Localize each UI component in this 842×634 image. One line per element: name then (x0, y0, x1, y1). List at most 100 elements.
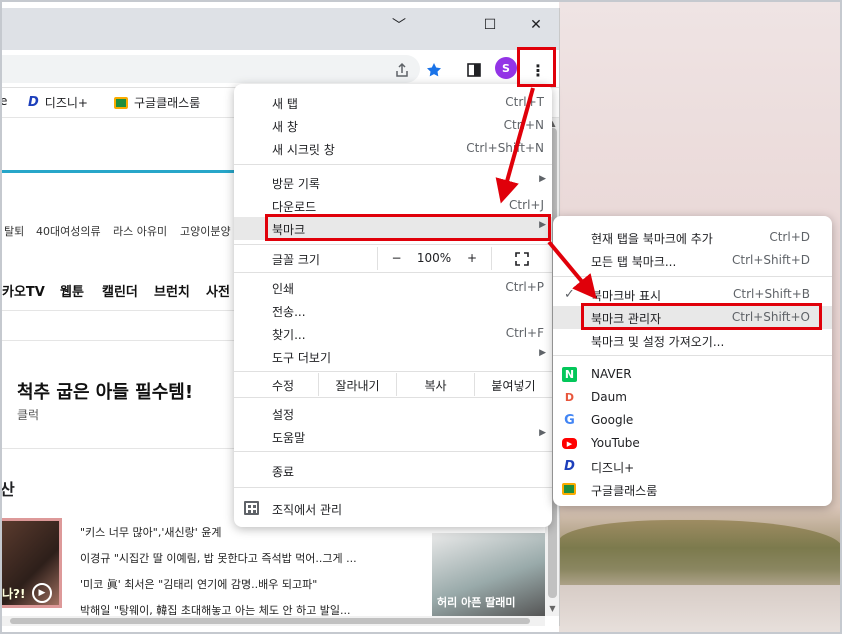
copy-button[interactable]: 복사 (396, 373, 474, 396)
menu-item-zoom: 글꼴 크기 − 100% + (234, 247, 552, 270)
naver-icon: N (562, 367, 577, 382)
menu-item-bookmarks[interactable]: 북마크 ▶ (234, 217, 552, 240)
menu-item-help[interactable]: 도움말 ▶ (234, 425, 552, 448)
scroll-down-icon[interactable]: ▼ (548, 604, 557, 613)
menu-label: Google (591, 413, 634, 427)
menu-item-cast[interactable]: 전송... (234, 299, 552, 322)
menu-shortcut: Ctrl+P (505, 280, 544, 294)
menu-label: 북마크바 표시 (591, 289, 662, 303)
building-icon (244, 501, 259, 515)
trending-keyword[interactable]: 고양이분양 (180, 223, 231, 239)
bookmark-item[interactable]: e (0, 94, 7, 108)
bookmark-daum[interactable]: D Daum (553, 386, 832, 409)
fullscreen-button[interactable] (491, 247, 552, 270)
horizontal-scrollbar[interactable] (0, 616, 545, 626)
menu-separator (234, 164, 552, 165)
menu-separator (234, 451, 552, 452)
play-icon: ▶ (32, 583, 52, 603)
maximize-icon: ☐ (483, 17, 497, 33)
paste-button[interactable]: 붙여넣기 (474, 373, 552, 396)
menu-item-exit[interactable]: 종료 (234, 459, 552, 482)
bookmark-item-classroom[interactable]: 구글클래스룸 (114, 94, 200, 111)
bookmark-item-disney[interactable]: D 디즈니+ (28, 94, 88, 111)
fullscreen-icon (515, 251, 529, 266)
menu-separator (234, 397, 552, 398)
nav-item[interactable]: 웹툰 (60, 281, 84, 300)
menu-item-more-tools[interactable]: 도구 더보기 ▶ (234, 345, 552, 368)
menu-shortcut: Ctrl+T (505, 95, 544, 109)
menu-shortcut: Ctrl+Shift+D (732, 253, 810, 267)
zoom-in-button[interactable]: + (453, 247, 491, 270)
submenu-item-bookmark-manager[interactable]: 북마크 관리자 Ctrl+Shift+O (553, 306, 832, 329)
menu-label: 인쇄 (272, 282, 295, 296)
nav-item[interactable]: 브런치 (154, 281, 190, 300)
news-image[interactable]: 허리 아픈 딸래미 (432, 533, 545, 616)
bookmark-disney[interactable]: D 디즈니+ (553, 455, 832, 478)
menu-item-new-tab[interactable]: 새 탭 Ctrl+T (234, 91, 552, 114)
minimize-button[interactable]: ﹀ (376, 11, 422, 39)
zoom-level: 100% (415, 247, 453, 270)
nav-item[interactable]: 사전 (206, 281, 230, 300)
menu-separator (234, 487, 552, 488)
bookmarks-submenu: 현재 탭을 북마크에 추가 Ctrl+D 모든 탭 북마크... Ctrl+Sh… (553, 216, 832, 506)
wallpaper-field (559, 520, 842, 590)
bookmark-google[interactable]: G Google (553, 409, 832, 432)
nav-item[interactable]: 캘린더 (102, 281, 138, 300)
menu-separator (553, 355, 832, 356)
menu-item-managed[interactable]: 조직에서 관리 (234, 497, 552, 520)
submenu-item-show-bookmarks-bar[interactable]: ✓ 북마크바 표시 Ctrl+Shift+B (553, 283, 832, 306)
submenu-item-add-bookmark[interactable]: 현재 탭을 북마크에 추가 Ctrl+D (553, 226, 832, 249)
zoom-out-button[interactable]: − (377, 247, 415, 270)
menu-label: Daum (591, 390, 627, 404)
bookmark-naver[interactable]: N NAVER (553, 363, 832, 386)
menu-label: 디즈니+ (591, 461, 635, 475)
news-headline[interactable]: '미코 眞' 최서은 "김태리 연기에 감명..배우 되고파" (80, 576, 317, 592)
side-panel-icon[interactable] (462, 58, 486, 82)
bookmark-classroom[interactable]: 구글클래스룸 (553, 478, 832, 501)
news-thumbnail[interactable]: 나?! ▶ (0, 518, 62, 608)
title-bar: ﹀ ☐ ✕ (0, 8, 559, 50)
bookmark-youtube[interactable]: ▶ YouTube (553, 432, 832, 455)
trending-keyword[interactable]: 탈퇴 (4, 223, 24, 239)
thumbnail-caption: 나?! (2, 587, 26, 601)
chrome-main-menu: 새 탭 Ctrl+T 새 창 Ctrl+N 새 시크릿 창 Ctrl+Shift… (234, 84, 552, 527)
bookmark-star-icon[interactable] (422, 58, 446, 82)
classroom-icon (562, 483, 576, 495)
chevron-right-icon: ▶ (539, 174, 546, 184)
address-bar[interactable] (0, 55, 420, 83)
ad-title[interactable]: 척추 굽은 아들 필수템! (17, 378, 193, 404)
scrollbar-thumb[interactable] (10, 618, 530, 624)
submenu-item-import[interactable]: 북마크 및 설정 가져오기... (553, 329, 832, 352)
menu-item-incognito[interactable]: 새 시크릿 창 Ctrl+Shift+N (234, 137, 552, 160)
menu-item-settings[interactable]: 설정 (234, 402, 552, 425)
close-window-button[interactable]: ✕ (513, 11, 559, 39)
bookmark-label: e (0, 94, 8, 108)
menu-label: 설정 (272, 408, 295, 422)
submenu-item-bookmark-all[interactable]: 모든 탭 북마크... Ctrl+Shift+D (553, 249, 832, 272)
menu-item-print[interactable]: 인쇄 Ctrl+P (234, 276, 552, 299)
menu-item-downloads[interactable]: 다운로드 Ctrl+J (234, 194, 552, 217)
menu-shortcut: Ctrl+J (509, 198, 544, 212)
daum-icon: D (564, 391, 575, 404)
menu-shortcut: Ctrl+D (769, 230, 810, 244)
nav-item[interactable]: 카오TV (2, 281, 45, 300)
menu-label: 도움말 (272, 431, 306, 445)
share-icon[interactable] (390, 58, 414, 82)
news-headline[interactable]: 이경규 "시집간 딸 이예림, 밥 못한다고 즉석밥 먹어..그게 ... (80, 550, 357, 566)
menu-label: 다운로드 (272, 200, 317, 214)
chrome-menu-button[interactable]: ⋮ (526, 58, 550, 82)
news-headline[interactable]: "키스 너무 많아",'새신랑' 윤계 (80, 524, 221, 540)
menu-label: 북마크 (272, 223, 306, 237)
menu-item-find[interactable]: 찾기... Ctrl+F (234, 322, 552, 345)
trending-keyword[interactable]: 40대여성의류 (36, 223, 101, 239)
maximize-button[interactable]: ☐ (467, 11, 513, 39)
trending-keyword[interactable]: 라스 아유미 (113, 223, 167, 239)
menu-label: 찾기... (272, 328, 306, 342)
chevron-right-icon: ▶ (539, 428, 546, 438)
menu-item-new-window[interactable]: 새 창 Ctrl+N (234, 114, 552, 137)
menu-item-history[interactable]: 방문 기록 ▶ (234, 171, 552, 194)
cut-button[interactable]: 잘라내기 (318, 373, 396, 396)
news-headline[interactable]: 박해일 "탕웨이, 韓집 초대해놓고 아는 체도 안 하고 발일... (80, 602, 351, 616)
chevron-right-icon: ▶ (539, 220, 546, 230)
profile-avatar[interactable]: S (495, 57, 517, 79)
